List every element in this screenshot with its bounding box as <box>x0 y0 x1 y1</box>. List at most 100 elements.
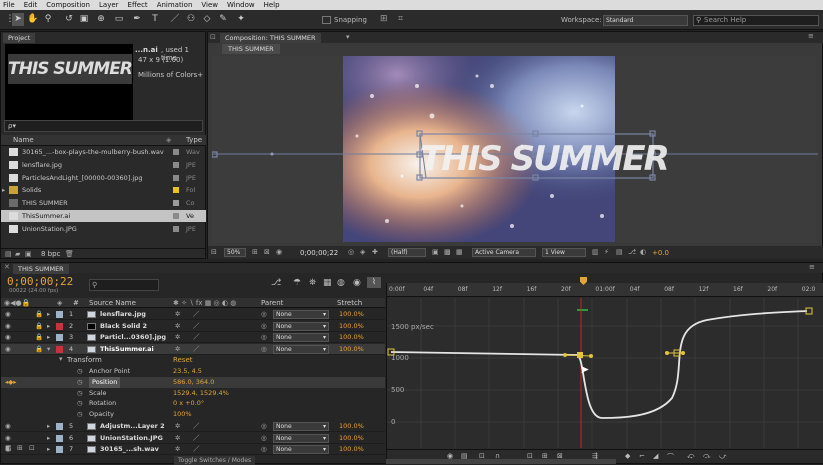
mask-tool-icon[interactable]: ▭ <box>113 13 125 26</box>
shy-switch-icon[interactable]: ✲ <box>175 344 180 355</box>
comp-tab-menu-icon[interactable]: ▾ <box>346 33 350 41</box>
quality-switch-icon[interactable]: ／ <box>193 344 200 355</box>
roto-brush-tool-icon[interactable]: ✎ <box>217 13 229 26</box>
draft-3d-icon[interactable]: ☂ <box>293 278 301 288</box>
interpret-footage-icon[interactable]: ▤ <box>5 250 12 258</box>
eye-icon[interactable]: ◉ <box>5 321 11 332</box>
layer-label-swatch[interactable] <box>56 434 63 442</box>
layer-row[interactable]: ◉ 🔒 ▸ 3 Particl...0360].jpg ✲ ／ ◎ None ▾ 100.0% <box>1 332 385 343</box>
stretch-value[interactable]: 100.0% <box>339 433 364 444</box>
twirl-icon[interactable]: ▸ <box>47 332 50 343</box>
layer-name[interactable]: Adjustm...Layer 2 <box>100 421 165 432</box>
expand-panes-icon[interactable]: ◩ <box>5 444 12 452</box>
twirl-icon[interactable]: ▸ <box>47 321 50 332</box>
col-name[interactable]: Name <box>13 136 34 144</box>
stopwatch-icon[interactable]: ◷ <box>77 398 83 409</box>
menu-composition[interactable]: Composition <box>46 1 90 9</box>
resolution-select[interactable]: (Half) <box>388 248 426 257</box>
eye-icon[interactable]: ◉ <box>5 344 11 355</box>
layer-name[interactable]: ThisSummer.ai <box>100 344 154 355</box>
label-color-swatch[interactable] <box>173 187 179 194</box>
pickwhip-icon[interactable]: ◎ <box>261 344 267 355</box>
eye-icon[interactable]: ◉ <box>5 332 11 343</box>
workspace-select[interactable]: Standard <box>603 15 688 26</box>
twirl-icon[interactable]: ▸ <box>47 444 50 455</box>
menu-file[interactable]: File <box>3 1 15 9</box>
comp-subtab[interactable]: THIS SUMMER <box>222 44 280 54</box>
zoom-tool-icon[interactable]: ⚲ <box>42 13 54 26</box>
property-value[interactable]: 100% <box>173 409 192 420</box>
3d-view-icon[interactable]: ▦ <box>456 248 463 256</box>
mask-visibility-icon[interactable]: ⊠ <box>264 248 270 256</box>
project-search-input[interactable]: ρ▾ <box>4 120 203 132</box>
region-icon[interactable]: ▣ <box>432 248 439 256</box>
shy-switch-icon[interactable]: ✲ <box>175 309 180 320</box>
parent-select[interactable]: None ▾ <box>273 321 329 331</box>
snapping-checkbox[interactable] <box>322 16 331 24</box>
eye-icon[interactable]: ◉ <box>5 421 11 432</box>
new-comp-icon[interactable]: ▣ <box>25 250 32 258</box>
selection-tool-icon[interactable]: ➤ <box>12 13 24 26</box>
project-item[interactable]: THIS SUMMER Co <box>1 197 206 209</box>
parent-header[interactable]: Parent <box>261 299 283 307</box>
puppet-tool-icon[interactable]: ✦ <box>235 13 247 26</box>
exposure-value[interactable]: +0.0 <box>652 249 669 257</box>
stretch-pane-icon[interactable]: ⊡ <box>29 444 35 452</box>
pickwhip-icon[interactable]: ◎ <box>261 444 267 455</box>
camera-tool-icon[interactable]: ▣ <box>78 13 90 26</box>
camera-select[interactable]: Active Camera <box>472 248 536 257</box>
quality-switch-icon[interactable]: ／ <box>193 421 200 432</box>
twirl-icon[interactable]: ▸ <box>47 421 50 432</box>
snapshot-icon[interactable]: ◎ <box>348 248 354 256</box>
property-row[interactable]: ◷ Anchor Point 23.5, 4.5 <box>1 366 385 377</box>
shy-switch-icon[interactable]: ✲ <box>175 444 180 455</box>
views-select[interactable]: 1 View <box>542 248 586 257</box>
property-row[interactable]: ◷ Scale 1529.4, 1529.4% <box>1 388 385 399</box>
frame-blending-icon[interactable]: ▦ <box>323 278 332 288</box>
auto-bezier-icon[interactable]: ⌒ <box>667 452 674 462</box>
layer-label-swatch[interactable] <box>56 334 63 341</box>
transparency-grid-icon[interactable]: ▩ <box>444 248 451 256</box>
parent-select[interactable]: None ▾ <box>273 310 329 319</box>
project-item[interactable]: ParticlesAndLight_[00000-00360].jpg JPE <box>1 172 206 184</box>
quality-switch-icon[interactable]: ／ <box>193 444 200 455</box>
comp-timecode[interactable]: 0;00;00;22 <box>300 249 338 257</box>
parent-select[interactable]: None ▾ <box>273 433 329 443</box>
layer-label-swatch[interactable] <box>56 423 63 430</box>
property-value[interactable]: 0 x +0.0° <box>173 398 204 409</box>
brush-tool-icon[interactable]: ／ <box>169 13 181 26</box>
property-row[interactable]: ◷ Opacity 100% <box>1 409 385 420</box>
stretch-value[interactable]: 100.0% <box>339 421 364 432</box>
hand-tool-icon[interactable]: ✋ <box>27 13 39 26</box>
shy-switch-icon[interactable]: ✲ <box>175 421 180 432</box>
label-column-icon[interactable]: ◈ <box>166 136 171 144</box>
menu-edit[interactable]: Edit <box>24 1 38 9</box>
keyframe-nav-icon[interactable]: ◂◆▸ <box>5 377 17 388</box>
stopwatch-icon[interactable]: ◷ <box>77 388 83 399</box>
rotate-tool-icon[interactable]: ↺ <box>63 13 75 26</box>
hold-icon[interactable]: ⌐ <box>639 452 645 460</box>
layer-lock-icon[interactable]: 🔒 <box>35 309 43 320</box>
panel-menu-icon[interactable]: ≡ <box>808 32 814 40</box>
toggle-pixel-icon[interactable]: ▥ <box>592 248 599 256</box>
comp-mini-flowchart-icon[interactable]: ⎇ <box>271 278 281 288</box>
type-tool-icon[interactable]: T <box>149 13 161 26</box>
stretch-header[interactable]: Stretch <box>337 299 362 307</box>
search-help-input[interactable]: ⚲ Search Help <box>693 15 819 26</box>
quality-switch-icon[interactable]: ／ <box>193 309 200 320</box>
property-value[interactable]: 23.5, 4.5 <box>173 366 202 377</box>
project-item[interactable]: lensflare.jpg JPE <box>1 159 206 171</box>
stopwatch-icon[interactable]: ◷ <box>77 377 83 388</box>
timeline-search-input[interactable]: ⚲ <box>89 279 159 291</box>
ease-in-icon[interactable]: ⤼ <box>703 452 710 461</box>
quality-switch-icon[interactable]: ／ <box>193 433 200 444</box>
velocity-curve[interactable] <box>390 310 808 419</box>
stopwatch-icon[interactable]: ◷ <box>77 366 83 377</box>
always-preview-icon[interactable]: ⊟ <box>211 248 217 256</box>
parent-select[interactable]: None ▾ <box>273 333 329 342</box>
snap-options-icon[interactable]: ⊞ <box>380 14 392 26</box>
ease-out-icon[interactable]: ⤻ <box>719 452 726 461</box>
pan-behind-tool-icon[interactable]: ⊕ <box>95 13 107 26</box>
trash-icon[interactable]: 🗑 <box>65 250 74 258</box>
layer-lock-icon[interactable]: 🔒 <box>35 332 43 343</box>
